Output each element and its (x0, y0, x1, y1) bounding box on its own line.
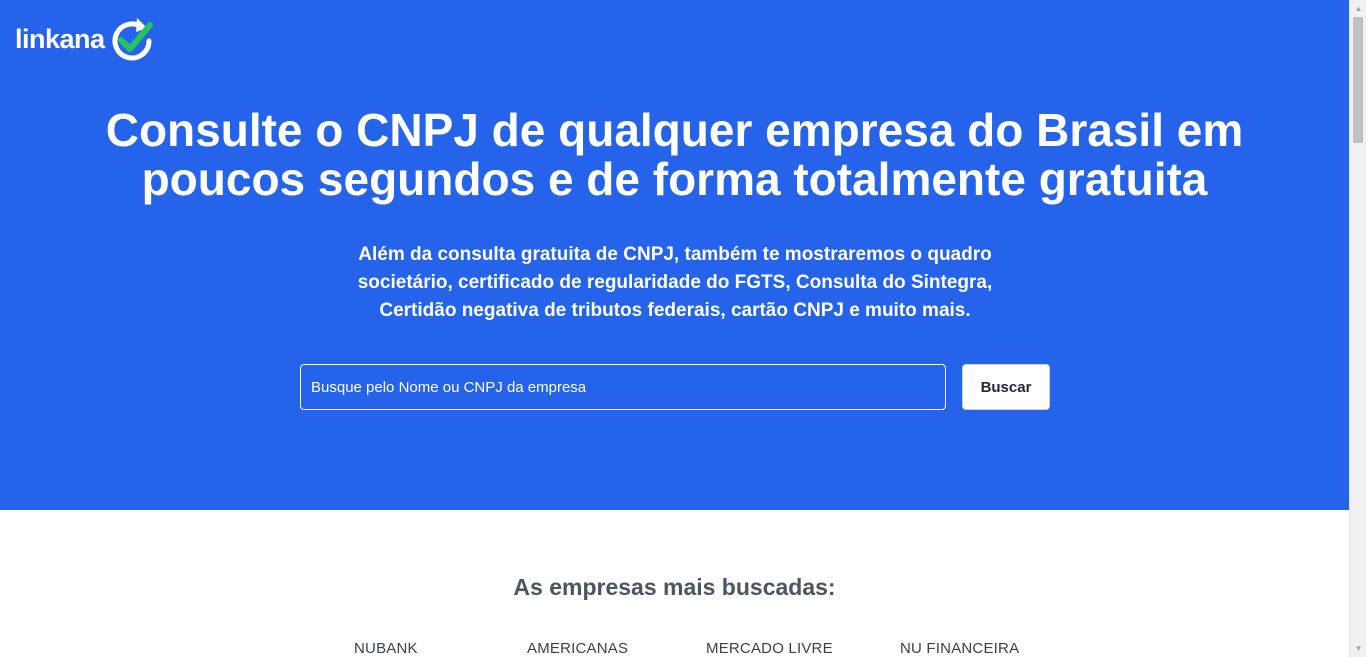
subtitle-line-2: societário, certificado de regularidade … (357, 272, 993, 293)
title-line-1: Consulte o CNPJ de qualquer empresa do B… (105, 104, 1244, 156)
title-line-2: poucos segundos e de forma totalmente gr… (141, 153, 1208, 205)
hero-subtitle: Além da consulta gratuita de CNPJ, també… (324, 241, 1026, 325)
company-link-americanas[interactable]: AMERICANAS (527, 640, 628, 657)
hero-section: linkana Consulte o CNPJ de qualquer empr… (0, 0, 1349, 510)
circular-arrow-check-icon (112, 18, 153, 61)
company-link-nubank[interactable]: NUBANK (354, 640, 418, 657)
page: linkana Consulte o CNPJ de qualquer empr… (0, 0, 1349, 657)
vertical-scrollbar[interactable]: ▲ ▼ (1349, 0, 1366, 657)
company-link-mercado-livre[interactable]: MERCADO LIVRE (706, 640, 833, 657)
company-link-nu-financeira[interactable]: NU FINANCEIRA (900, 640, 1019, 657)
scroll-down-arrow-icon[interactable]: ▼ (1350, 640, 1366, 657)
popular-companies-list: NUBANK AMERICANAS MERCADO LIVRE NU FINAN… (0, 640, 1349, 657)
logo-text: linkana (15, 23, 105, 54)
subtitle-line-1: Além da consulta gratuita de CNPJ, també… (358, 244, 992, 265)
search-button[interactable]: Buscar (962, 364, 1050, 410)
scroll-up-arrow-icon[interactable]: ▲ (1350, 0, 1366, 17)
scrollbar-thumb[interactable] (1353, 17, 1363, 143)
page-title: Consulte o CNPJ de qualquer empresa do B… (0, 106, 1349, 204)
search-input[interactable] (300, 364, 946, 410)
logo-link[interactable]: linkana (15, 14, 155, 64)
subtitle-line-3: Certidão negativa de tributos federais, … (379, 300, 971, 321)
popular-companies-title: As empresas mais buscadas: (513, 574, 836, 600)
